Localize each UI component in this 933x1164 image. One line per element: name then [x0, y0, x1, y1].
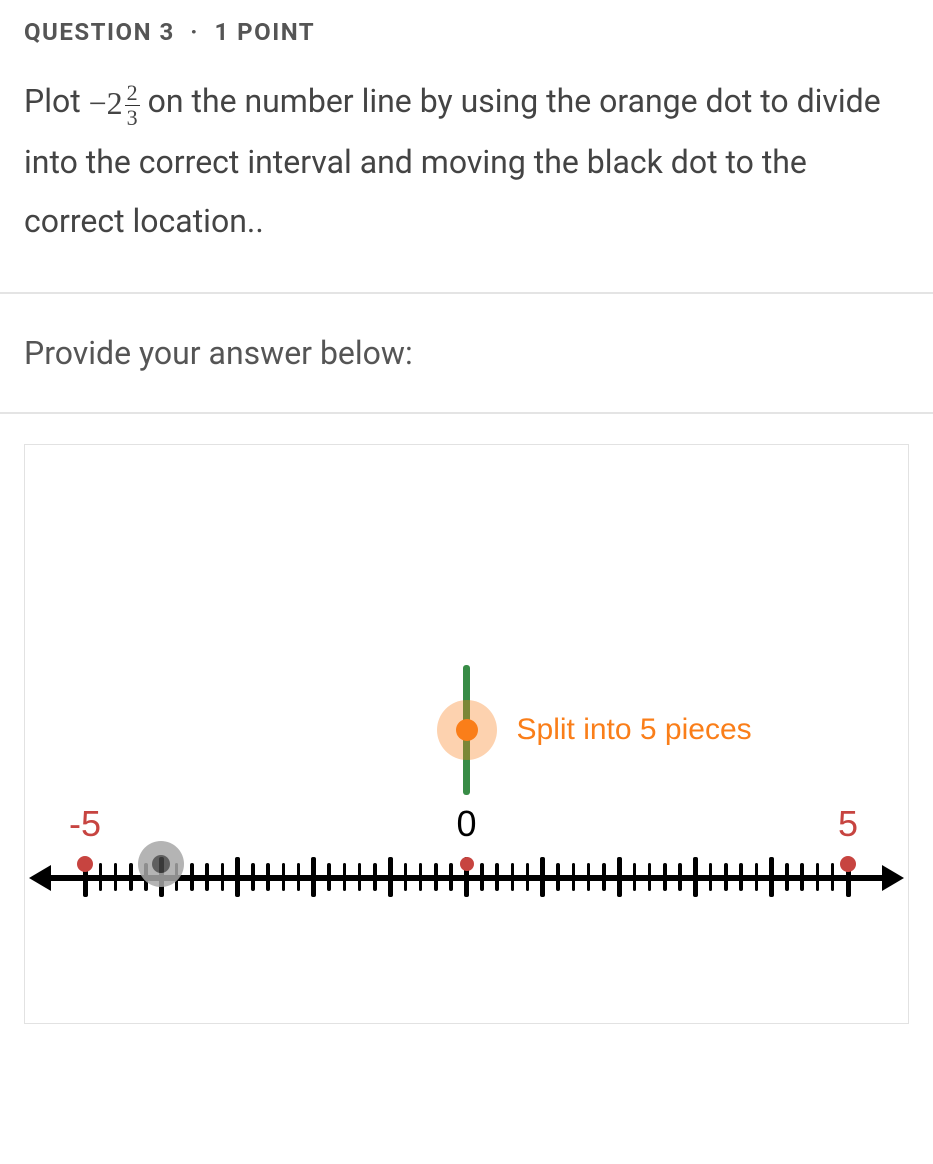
split-label-prefix: Split into — [517, 713, 640, 746]
tick-minor — [556, 863, 560, 891]
tick-minor — [633, 863, 637, 891]
split-label-suffix: pieces — [657, 713, 752, 746]
tick-minor — [724, 863, 728, 891]
tick-minor — [114, 863, 118, 891]
tick-minor — [511, 863, 515, 891]
question-suffix: on the number line by using the orange d… — [24, 82, 881, 240]
tick-minor — [526, 863, 530, 891]
tick-minor — [678, 863, 682, 891]
tick-major — [693, 857, 698, 897]
tick-minor — [99, 863, 103, 891]
mixed-whole: 2 — [107, 74, 123, 133]
tick-minor — [785, 863, 789, 891]
tick-minor — [602, 863, 606, 891]
tick-minor — [266, 863, 270, 891]
tick-major — [388, 857, 393, 897]
fraction-numerator: 2 — [125, 82, 140, 106]
tick-minor — [358, 863, 362, 891]
ticks-container: -505 — [85, 861, 848, 895]
tick-minor — [129, 863, 133, 891]
fraction-denominator: 3 — [125, 106, 140, 129]
axis-label: -5 — [69, 803, 101, 845]
endpoint-dot — [77, 856, 93, 872]
mixed-sign: − — [89, 74, 107, 133]
black-dot[interactable] — [138, 841, 184, 887]
tick-minor — [221, 863, 225, 891]
mixed-number: −223 — [89, 74, 140, 133]
tick-minor — [373, 863, 377, 891]
mixed-fraction: 23 — [125, 82, 140, 129]
tick-minor — [480, 863, 484, 891]
tick-minor — [190, 863, 194, 891]
tick-minor — [251, 863, 255, 891]
tick-minor — [205, 863, 209, 891]
points-label: 1 POINT — [214, 18, 315, 46]
tick-minor — [297, 863, 301, 891]
split-value: 5 — [640, 713, 657, 746]
tick-minor — [419, 863, 423, 891]
arrow-right-icon — [882, 865, 904, 891]
question-number: QUESTION 3 — [24, 18, 175, 46]
tick-minor — [663, 863, 667, 891]
tick-minor — [648, 863, 652, 891]
tick-major — [311, 857, 316, 897]
tick-minor — [327, 863, 331, 891]
tick-minor — [449, 863, 453, 891]
question-text: Plot −223 on the number line by using th… — [0, 54, 933, 292]
tick-minor — [495, 863, 499, 891]
zero-marker-dot — [460, 857, 474, 871]
tick-minor — [404, 863, 408, 891]
tick-major — [617, 857, 622, 897]
tick-minor — [572, 863, 576, 891]
question-prefix: Plot — [24, 82, 89, 120]
tick-minor — [816, 863, 820, 891]
number-line-widget[interactable]: Split into 5 pieces -505 — [24, 444, 909, 1024]
axis-label: 5 — [838, 803, 858, 845]
split-label: Split into 5 pieces — [517, 713, 752, 747]
question-header: QUESTION 3 · 1 POINT — [0, 0, 933, 54]
tick-minor — [709, 863, 713, 891]
axis-label: 0 — [456, 803, 476, 845]
black-dot-inner — [152, 855, 170, 873]
tick-minor — [831, 863, 835, 891]
tick-minor — [282, 863, 286, 891]
tick-minor — [755, 863, 759, 891]
tick-minor — [434, 863, 438, 891]
tick-minor — [800, 863, 804, 891]
answer-prompt: Provide your answer below: — [0, 294, 933, 412]
tick-minor — [739, 863, 743, 891]
header-separator: · — [190, 18, 199, 46]
arrow-left-icon — [29, 865, 51, 891]
tick-major — [235, 857, 240, 897]
endpoint-dot — [840, 856, 856, 872]
orange-dot[interactable] — [456, 719, 478, 741]
tick-minor — [587, 863, 591, 891]
tick-major — [769, 857, 774, 897]
tick-minor — [343, 863, 347, 891]
tick-major — [540, 857, 545, 897]
